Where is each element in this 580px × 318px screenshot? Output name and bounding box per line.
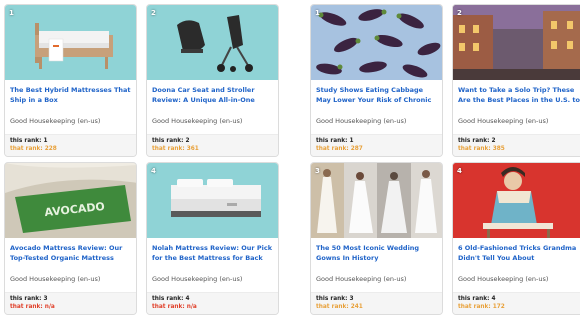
rank-footer: this rank: 4 that rank: n/a [147, 292, 278, 314]
article-card[interactable]: 1 Study Shows Eating Cabbage May Lower Y… [310, 4, 443, 157]
this-rank: this rank: 2 [152, 138, 190, 144]
this-rank: this rank: 1 [10, 138, 48, 144]
rank-footer: this rank: 3 that rank: n/a [5, 292, 136, 314]
that-rank: that rank: 287 [316, 146, 363, 152]
this-rank: this rank: 3 [316, 296, 354, 302]
stroller-thumbnail[interactable]: 2 [147, 5, 278, 80]
article-card[interactable]: 4 Nolah Mattress Review: Our Pick for th… [146, 162, 279, 315]
source-label: Good Housekeeping (en-us) [152, 275, 243, 283]
that-rank: that rank: 361 [152, 146, 199, 152]
this-rank: this rank: 4 [458, 296, 496, 302]
rank-number: 2 [457, 9, 462, 17]
rank-number: 2 [151, 9, 156, 17]
article-title[interactable]: The Best Hybrid Mattresses That Ship in … [10, 86, 132, 105]
article-card[interactable]: AVOCADO Avocado Mattress Review: Our Top… [4, 162, 137, 315]
article-card[interactable]: 2 Want to Take a Solo Trip? These Are th… [452, 4, 580, 157]
rank-number: 3 [315, 167, 320, 175]
article-title[interactable]: 6 Old-Fashioned Tricks Grandma Didn't Te… [458, 244, 580, 263]
that-rank: that rank: n/a [10, 304, 55, 310]
source-label: Good Housekeeping (en-us) [458, 117, 549, 125]
rank-footer: this rank: 4 that rank: 172 [453, 292, 580, 314]
street-thumbnail[interactable]: 2 [453, 5, 580, 80]
rank-footer: this rank: 2 that rank: 385 [453, 134, 580, 156]
article-title[interactable]: Study Shows Eating Cabbage May Lower You… [316, 86, 438, 106]
rank-footer: this rank: 3 that rank: 241 [311, 292, 442, 314]
that-rank: that rank: n/a [152, 304, 197, 310]
this-rank: this rank: 3 [10, 296, 48, 302]
source-label: Good Housekeeping (en-us) [316, 117, 407, 125]
rank-number: 4 [151, 167, 156, 175]
article-card[interactable]: 3 The 50 Most Iconic Wedding Gowns In Hi… [310, 162, 443, 315]
that-rank: that rank: 172 [458, 304, 505, 310]
rank-number: 1 [315, 9, 320, 17]
this-rank: this rank: 1 [316, 138, 354, 144]
this-rank: this rank: 4 [152, 296, 190, 302]
article-title[interactable]: Want to Take a Solo Trip? These Are the … [458, 86, 580, 106]
mattress-thumbnail[interactable]: 1 [5, 5, 136, 80]
article-title[interactable]: Nolah Mattress Review: Our Pick for the … [152, 244, 274, 264]
article-title[interactable]: Doona Car Seat and Stroller Review: A Un… [152, 86, 274, 106]
grandma-thumbnail[interactable]: 4 [453, 163, 580, 238]
source-label: Good Housekeeping (en-us) [10, 117, 101, 125]
rank-number: 1 [9, 9, 14, 17]
that-rank: that rank: 228 [10, 146, 57, 152]
source-label: Good Housekeeping (en-us) [458, 275, 549, 283]
article-card[interactable]: 4 6 Old-Fashioned Tricks Grandma Didn't … [452, 162, 580, 315]
rank-footer: this rank: 1 that rank: 228 [5, 134, 136, 156]
that-rank: that rank: 241 [316, 304, 363, 310]
eggplant-thumbnail[interactable]: 1 [311, 5, 442, 80]
rank-footer: this rank: 2 that rank: 361 [147, 134, 278, 156]
source-label: Good Housekeeping (en-us) [152, 117, 243, 125]
source-label: Good Housekeeping (en-us) [10, 275, 101, 283]
avocado-mattress-thumbnail[interactable]: AVOCADO [5, 163, 136, 238]
this-rank: this rank: 2 [458, 138, 496, 144]
wedding-gowns-thumbnail[interactable]: 3 [311, 163, 442, 238]
rank-footer: this rank: 1 that rank: 287 [311, 134, 442, 156]
article-title[interactable]: Avocado Mattress Review: Our Top-Tested … [10, 244, 132, 263]
that-rank: that rank: 385 [458, 146, 505, 152]
source-label: Good Housekeeping (en-us) [316, 275, 407, 283]
rank-number: 4 [457, 167, 462, 175]
article-title[interactable]: The 50 Most Iconic Wedding Gowns In Hist… [316, 244, 438, 263]
mattress-thumbnail[interactable]: 4 [147, 163, 278, 238]
article-card[interactable]: 2 Doona Car Seat and Stroller Review: A … [146, 4, 279, 157]
article-card[interactable]: 1 The Best Hybrid Mattresses That Ship i… [4, 4, 137, 157]
